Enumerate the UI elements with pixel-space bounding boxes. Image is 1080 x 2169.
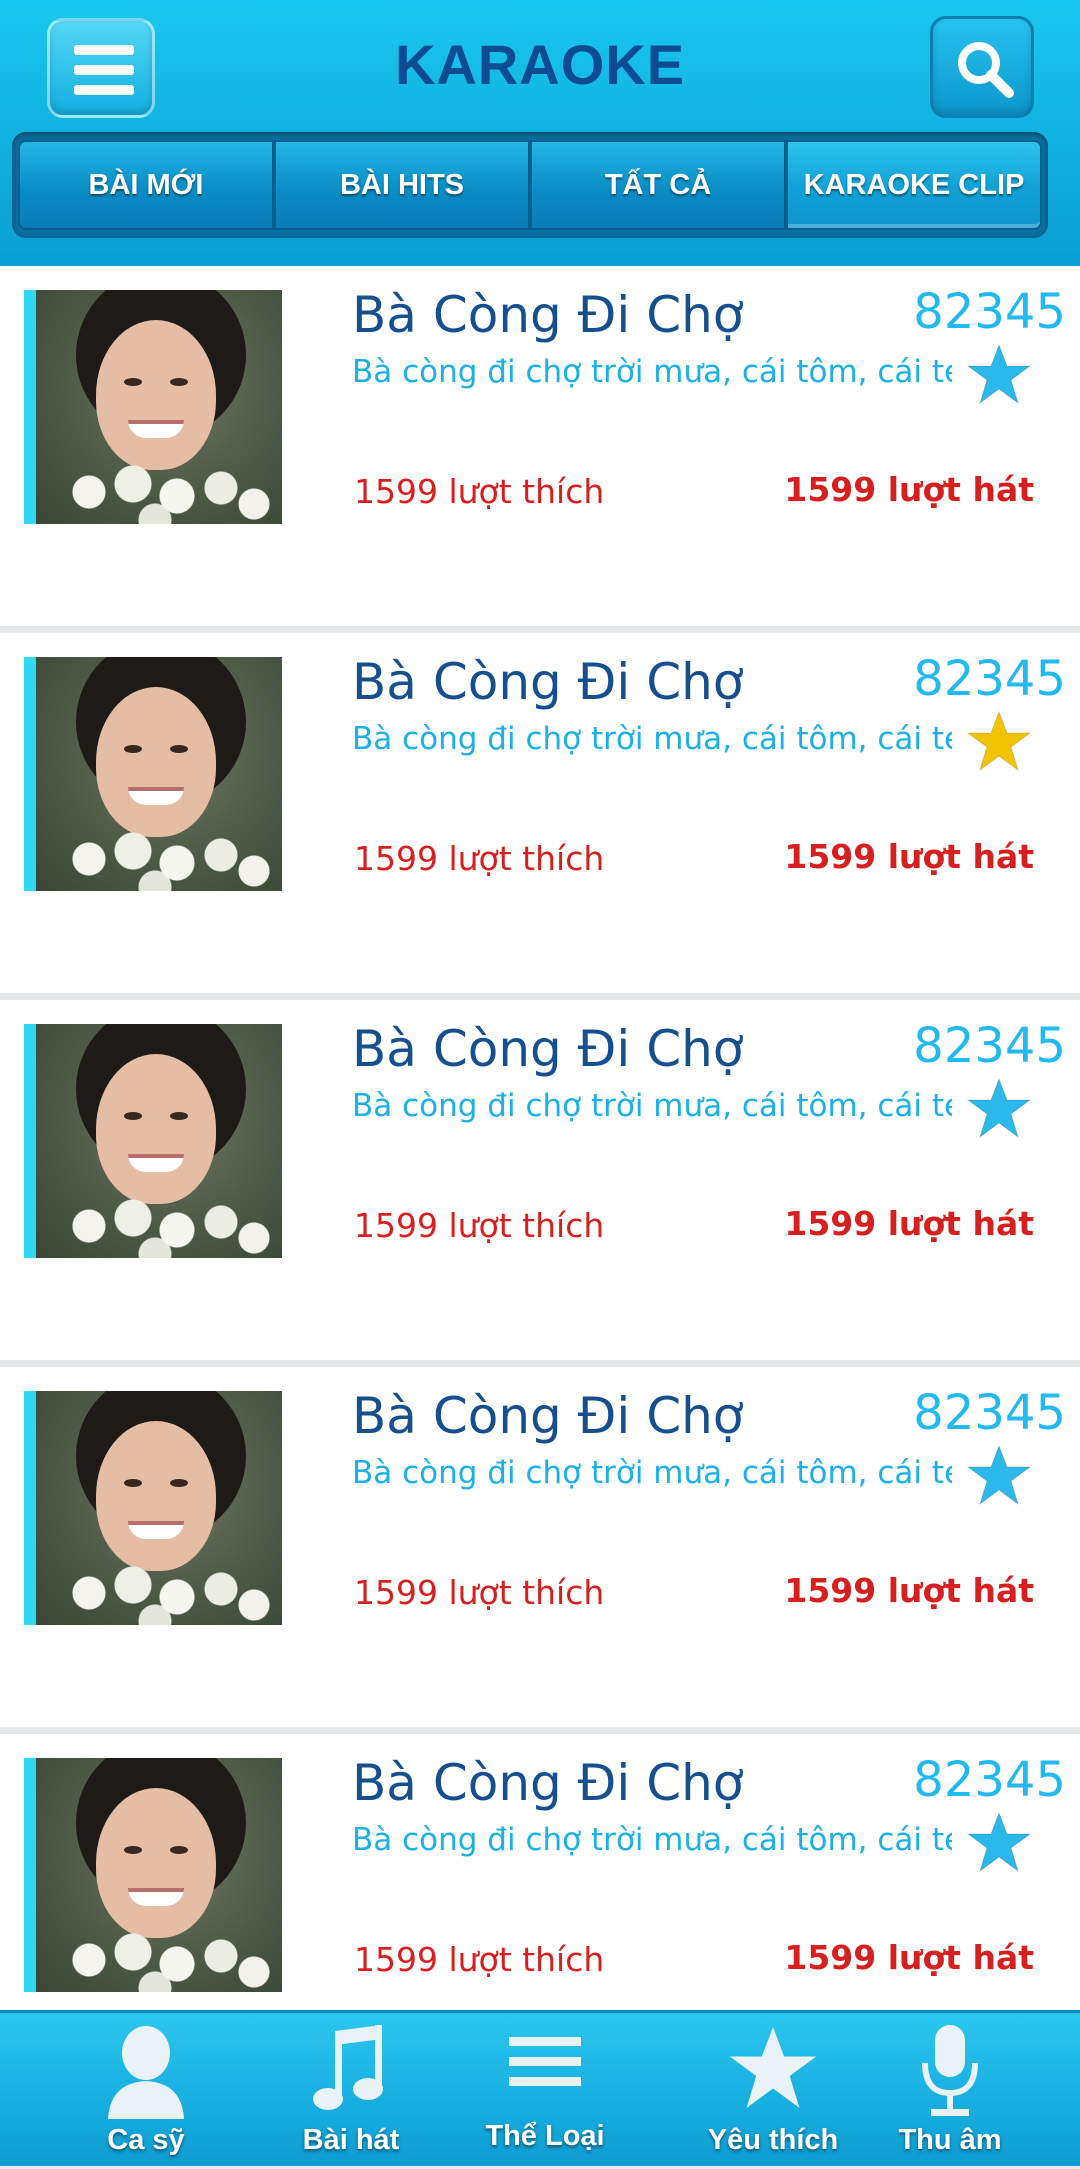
app-header: KARAOKE BÀI MỚI BÀI HITS TẤT CẢ KARAOKE … bbox=[0, 0, 1080, 266]
song-description: Bà còng đi chợ trời mưa, cái tôm, cái té… bbox=[352, 354, 952, 390]
tab-tat-ca[interactable]: TẤT CẢ bbox=[530, 140, 786, 230]
song-title: Bà Còng Đi Chợ bbox=[352, 1020, 744, 1078]
bottom-navigation: Ca sỹ Bài hát Thể Loại Yêu thích Thu âm bbox=[0, 2010, 1080, 2166]
song-number: 82345 bbox=[913, 1018, 1066, 1074]
star-icon bbox=[729, 2027, 817, 2109]
tab-karaoke-clip[interactable]: KARAOKE CLIP bbox=[786, 140, 1042, 230]
song-description: Bà còng đi chợ trời mưa, cái tôm, cái té… bbox=[352, 1088, 952, 1124]
play-count: 1599 lượt hát bbox=[784, 1571, 1034, 1610]
search-icon bbox=[958, 42, 1014, 98]
tab-bai-hits[interactable]: BÀI HITS bbox=[274, 140, 530, 230]
like-count: 1599 lượt thích bbox=[354, 1940, 605, 1979]
song-thumbnail bbox=[24, 1391, 282, 1625]
list-icon bbox=[509, 2037, 581, 2086]
app-title: KARAOKE bbox=[394, 33, 686, 96]
favorite-star-icon[interactable] bbox=[966, 1810, 1032, 1876]
like-count: 1599 lượt thích bbox=[354, 839, 605, 878]
song-thumbnail bbox=[24, 657, 282, 891]
favorite-star-icon[interactable] bbox=[966, 1076, 1032, 1142]
song-title: Bà Còng Đi Chợ bbox=[352, 1387, 744, 1445]
search-button[interactable] bbox=[930, 16, 1034, 118]
like-count: 1599 lượt thích bbox=[354, 472, 605, 511]
favorite-star-icon[interactable] bbox=[966, 709, 1032, 775]
song-title: Bà Còng Đi Chợ bbox=[352, 1754, 744, 1812]
song-description: Bà còng đi chợ trời mưa, cái tôm, cái té… bbox=[352, 721, 952, 757]
song-list: Bà Còng Đi Chợ 82345 Bà còng đi chợ trời… bbox=[0, 266, 1080, 2101]
song-thumbnail bbox=[24, 1024, 282, 1258]
song-title: Bà Còng Đi Chợ bbox=[352, 653, 744, 711]
play-count: 1599 lượt hát bbox=[784, 1938, 1034, 1977]
song-title: Bà Còng Đi Chợ bbox=[352, 286, 744, 344]
tab-bai-moi[interactable]: BÀI MỚI bbox=[18, 140, 274, 230]
microphone-icon bbox=[922, 2025, 978, 2116]
like-count: 1599 lượt thích bbox=[354, 1573, 605, 1612]
nav-bai-hat[interactable]: Bài hát bbox=[286, 2013, 416, 2169]
favorite-star-icon[interactable] bbox=[966, 1443, 1032, 1509]
favorite-star-icon[interactable] bbox=[966, 342, 1032, 408]
song-row[interactable]: Bà Còng Đi Chợ 82345 Bà còng đi chợ trời… bbox=[0, 266, 1080, 633]
play-count: 1599 lượt hát bbox=[784, 1204, 1034, 1243]
song-description: Bà còng đi chợ trời mưa, cái tôm, cái té… bbox=[352, 1822, 952, 1858]
nav-yeu-thich[interactable]: Yêu thích bbox=[700, 2013, 846, 2169]
song-number: 82345 bbox=[913, 651, 1066, 707]
nav-thu-am[interactable]: Thu âm bbox=[890, 2013, 1010, 2169]
song-number: 82345 bbox=[913, 284, 1066, 340]
song-description: Bà còng đi chợ trời mưa, cái tôm, cái té… bbox=[352, 1455, 952, 1491]
like-count: 1599 lượt thích bbox=[354, 1206, 605, 1245]
song-row[interactable]: Bà Còng Đi Chợ 82345 Bà còng đi chợ trời… bbox=[0, 633, 1080, 1000]
song-thumbnail bbox=[24, 290, 282, 524]
play-count: 1599 lượt hát bbox=[784, 470, 1034, 509]
song-number: 82345 bbox=[913, 1752, 1066, 1808]
song-row[interactable]: Bà Còng Đi Chợ 82345 Bà còng đi chợ trời… bbox=[0, 1000, 1080, 1367]
play-count: 1599 lượt hát bbox=[784, 837, 1034, 876]
song-row[interactable]: Bà Còng Đi Chợ 82345 Bà còng đi chợ trời… bbox=[0, 1367, 1080, 1734]
song-number: 82345 bbox=[913, 1385, 1066, 1441]
nav-the-loai[interactable]: Thể Loại bbox=[480, 2013, 610, 2169]
nav-ca-sy[interactable]: Ca sỹ bbox=[86, 2013, 206, 2169]
music-note-icon bbox=[313, 2025, 383, 2110]
category-tabs: BÀI MỚI BÀI HITS TẤT CẢ KARAOKE CLIP bbox=[12, 132, 1048, 238]
song-thumbnail bbox=[24, 1758, 282, 1992]
singer-icon bbox=[108, 2026, 184, 2119]
